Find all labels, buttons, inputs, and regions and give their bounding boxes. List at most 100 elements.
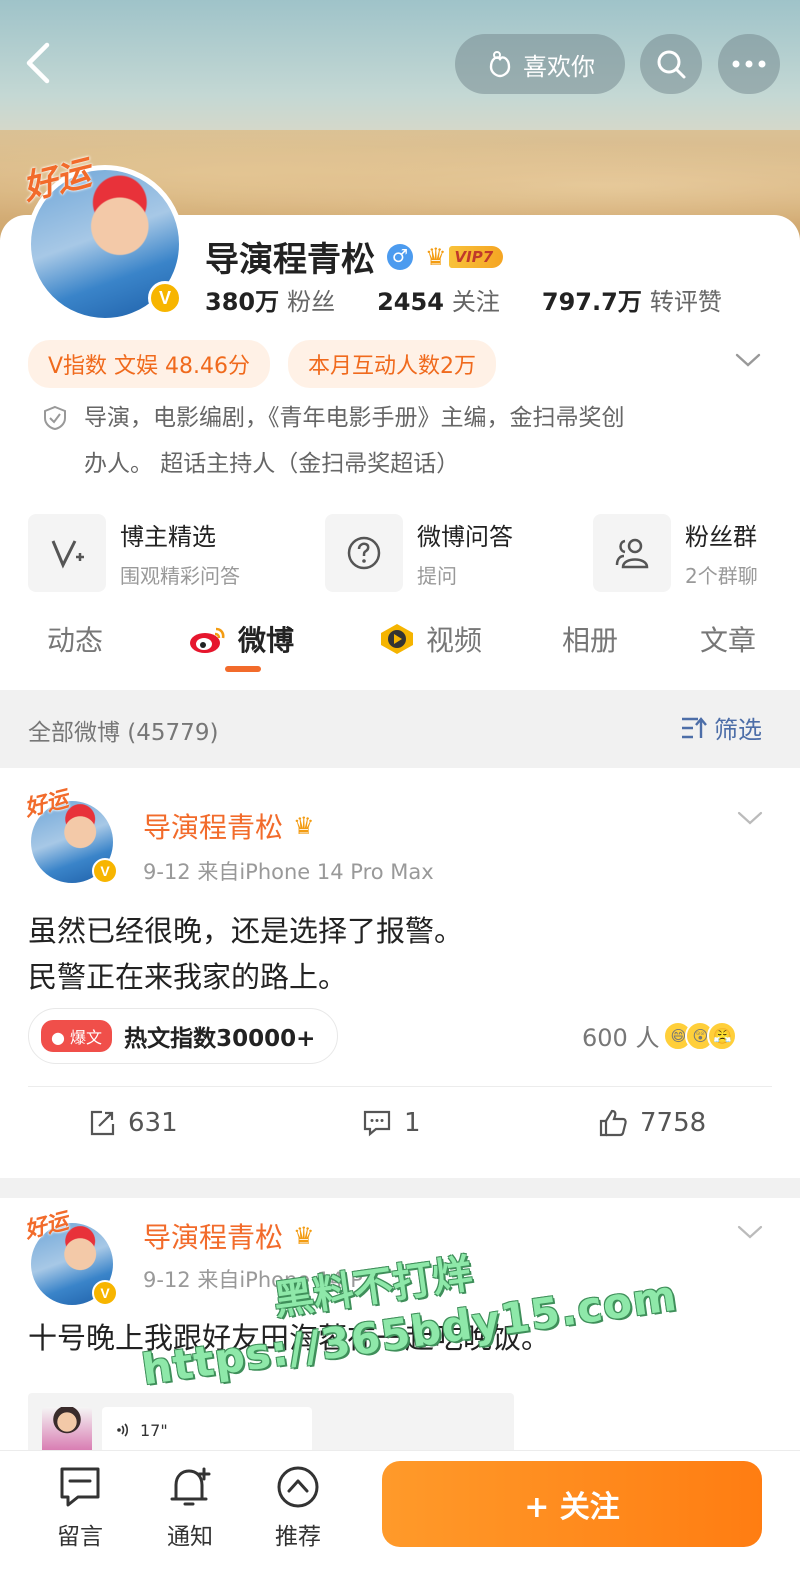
crown-icon: ♛ xyxy=(425,242,447,271)
profile-avatar[interactable]: 好运 V xyxy=(19,153,184,323)
monthly-interaction-tag[interactable]: 本月互动人数2万 xyxy=(288,340,497,388)
stat-engagement[interactable]: 797.7万 转评赞 xyxy=(542,282,722,317)
post-actions: 631 1 7758 xyxy=(0,1098,800,1168)
feature-row: 博主精选 围观精彩问答 微博问答 提问 粉丝群 2个群聊 xyxy=(28,513,788,593)
verified-badge: V xyxy=(148,281,182,315)
question-icon xyxy=(325,514,403,592)
verified-badge: V xyxy=(92,1280,118,1306)
bottom-action-bar: 留言 通知 推荐 + 关注 xyxy=(0,1450,800,1595)
comment-count: 1 xyxy=(404,1108,421,1138)
post-text-line: 十号晚上我跟好友田海蓉在一起吃晚饭。 xyxy=(28,1321,551,1355)
stat-value: 2454 xyxy=(377,288,444,316)
weibo-post[interactable]: 好运 V 导演程青松 ♛ 9-12 来自iPhone 14 Pro Max 虽然… xyxy=(0,768,800,1178)
chevron-left-icon xyxy=(26,42,50,84)
bio-line-2: 办人。 超话主持人（金扫帚奖超话） xyxy=(84,451,460,477)
profile-tabs: 动态 微博 视频 相册 文章 xyxy=(0,605,800,685)
post-meta: 9-12 来自iPhone 14 P xyxy=(143,1268,363,1292)
tab-label: 视频 xyxy=(426,624,483,657)
chevron-down-icon[interactable] xyxy=(736,808,764,828)
v-index-tag[interactable]: V指数 文娱 48.46分 xyxy=(28,340,271,388)
feature-fan-group[interactable]: 粉丝群 2个群聊 xyxy=(593,513,758,593)
feature-weibo-qa[interactable]: 微博问答 提问 xyxy=(325,513,513,593)
all-weibo-count: 全部微博 (45779) xyxy=(28,720,219,746)
reaction-emojis: 😄 😲 😤 xyxy=(663,1020,738,1051)
feature-title: 博主精选 xyxy=(120,523,216,551)
audio-wave-icon xyxy=(117,1423,129,1437)
weibo-post[interactable]: 好运 V 导演程青松 ♛ 9-12 来自iPhone 14 P 十号晚上我跟好友… xyxy=(0,1198,800,1483)
vip-badge[interactable]: ♛ VIP7 xyxy=(425,242,504,271)
like-you-label: 喜欢你 xyxy=(523,52,595,81)
profile-stats: 380万 粉丝 2454 关注 797.7万 转评赞 xyxy=(205,282,722,317)
more-button[interactable] xyxy=(718,34,780,94)
active-tab-indicator xyxy=(225,666,261,672)
filter-button[interactable]: 筛选 xyxy=(680,710,762,745)
hot-badge: ● 爆文 xyxy=(41,1020,113,1052)
follow-label: + 关注 xyxy=(524,1490,620,1525)
bottom-item-label: 推荐 xyxy=(275,1524,321,1550)
hot-badge-label: 爆文 xyxy=(70,1028,103,1047)
feature-text: 博主精选 围观精彩问答 xyxy=(120,517,240,589)
message-button[interactable]: 留言 xyxy=(40,1465,120,1551)
bio-line-1: 导演，电影编剧，《青年电影手册》主编，金扫帚奖创 xyxy=(84,405,625,431)
filter-icon xyxy=(682,716,707,738)
chevron-down-icon[interactable] xyxy=(734,350,762,370)
like-button[interactable]: 7758 xyxy=(598,1108,706,1138)
filter-bar: 全部微博 (45779) 筛选 xyxy=(0,690,800,768)
v-plus-icon xyxy=(28,514,106,592)
post-author-name: 导演程青松 xyxy=(143,1221,284,1254)
search-button[interactable] xyxy=(640,34,702,94)
profile-name-row: 导演程青松 ♂ ♛ VIP7 xyxy=(205,232,504,281)
back-button[interactable] xyxy=(18,38,58,88)
post-avatar[interactable]: 好运 V xyxy=(22,786,118,886)
search-icon xyxy=(657,50,686,79)
feature-subtitle: 提问 xyxy=(417,564,457,588)
tab-weibo[interactable]: 微博 xyxy=(188,619,294,659)
bottom-item-label: 留言 xyxy=(57,1524,103,1550)
follow-button[interactable]: + 关注 xyxy=(382,1461,762,1547)
recommend-button[interactable]: 推荐 xyxy=(258,1465,338,1551)
male-icon: ♂ xyxy=(387,243,413,270)
tab-label: 微博 xyxy=(238,624,295,657)
feature-subtitle: 围观精彩问答 xyxy=(120,564,240,588)
tab-feed[interactable]: 动态 xyxy=(47,619,103,659)
tab-articles[interactable]: 文章 xyxy=(700,619,756,659)
stat-value: 797.7万 xyxy=(541,288,642,316)
post-text-line: 虽然已经很晚，还是选择了报警。 xyxy=(28,914,464,948)
comment-button[interactable]: 1 xyxy=(362,1108,421,1138)
repost-button[interactable]: 631 xyxy=(88,1108,178,1138)
notify-button[interactable]: 通知 xyxy=(150,1465,230,1551)
post-text: 虽然已经很晚，还是选择了报警。 民警正在来我家的路上。 xyxy=(28,908,768,1000)
repost-count: 631 xyxy=(128,1108,178,1138)
stat-fans[interactable]: 380万 粉丝 xyxy=(205,282,335,317)
feature-title: 粉丝群 xyxy=(685,523,757,551)
chevron-up-circle-icon xyxy=(277,1466,319,1508)
feature-blogger-picks[interactable]: 博主精选 围观精彩问答 xyxy=(28,513,240,593)
stat-label: 粉丝 xyxy=(287,288,336,316)
video-play-icon xyxy=(381,624,413,654)
stat-following[interactable]: 2454 关注 xyxy=(377,282,500,317)
post-author[interactable]: 导演程青松 ♛ xyxy=(143,806,315,846)
reactions-summary[interactable]: 600 人 😄 😲 😤 xyxy=(582,1018,738,1053)
feature-text: 粉丝群 2个群聊 xyxy=(685,517,758,589)
shield-check-icon xyxy=(44,405,66,431)
post-author[interactable]: 导演程青松 ♛ xyxy=(143,1216,315,1256)
voice-bubble[interactable]: 17" xyxy=(102,1407,312,1453)
like-you-button[interactable]: 喜欢你 xyxy=(455,34,625,94)
audio-duration: 17" xyxy=(140,1420,168,1440)
comment-icon xyxy=(363,1110,391,1137)
more-dots-icon xyxy=(732,60,766,68)
hand-heart-icon xyxy=(489,51,511,78)
hot-index-pill[interactable]: ● 爆文 热文指数30000+ xyxy=(28,1008,339,1064)
stat-label: 转评赞 xyxy=(649,288,722,316)
verified-badge: V xyxy=(92,858,118,884)
group-icon xyxy=(593,514,671,592)
post-avatar[interactable]: 好运 V xyxy=(22,1208,118,1308)
thumbs-up-icon xyxy=(599,1109,627,1137)
message-bubble-icon xyxy=(60,1467,100,1507)
tab-video[interactable]: 视频 xyxy=(378,619,482,659)
filter-label: 筛选 xyxy=(714,716,762,744)
tab-album[interactable]: 相册 xyxy=(562,619,618,659)
hot-index-text: 热文指数30000+ xyxy=(124,1026,316,1052)
post-divider xyxy=(28,1086,772,1087)
chevron-down-icon[interactable] xyxy=(736,1222,764,1242)
